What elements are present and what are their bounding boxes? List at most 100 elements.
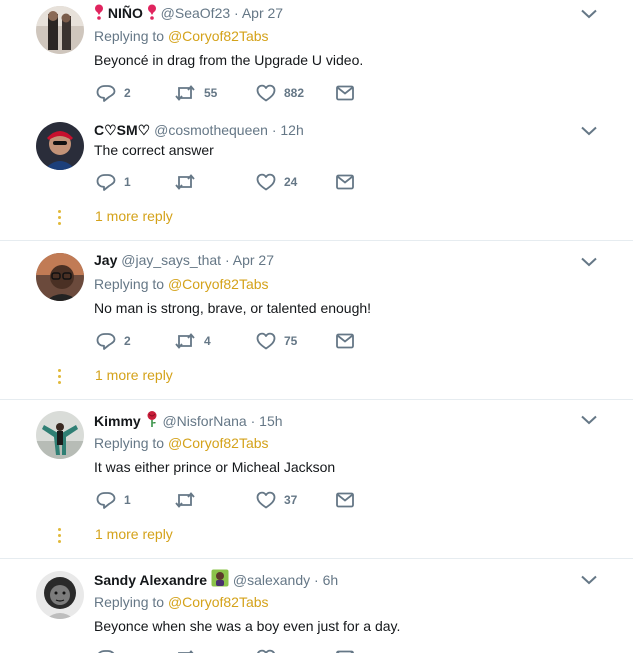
username[interactable]: @NisforNana: [162, 413, 246, 429]
tweet[interactable]: Jay @jay_says_that · Apr 27 Replying to …: [0, 241, 633, 399]
chevron-down-icon[interactable]: [580, 574, 598, 586]
reply-button[interactable]: 1: [96, 490, 131, 510]
retweet-icon: [174, 649, 196, 653]
tweet-actions: 2 4 75: [94, 331, 374, 351]
timestamp[interactable]: · 15h: [251, 413, 283, 429]
mention-link[interactable]: @Coryof82Tabs: [168, 28, 269, 44]
like-button[interactable]: 75: [256, 331, 297, 351]
mention-link[interactable]: @Coryof82Tabs: [168, 435, 269, 451]
replying-to-label: Replying to: [94, 28, 165, 44]
username[interactable]: @jay_says_that: [121, 252, 221, 268]
retweet-button[interactable]: [174, 648, 196, 653]
more-replies-link[interactable]: 1 more reply: [95, 367, 173, 383]
display-name[interactable]: NIÑO: [108, 5, 143, 21]
retweet-icon: [174, 84, 196, 102]
direct-message-icon: [335, 649, 355, 653]
display-name[interactable]: Jay: [94, 252, 117, 268]
retweet-icon: [174, 332, 196, 350]
retweet-button[interactable]: [174, 172, 204, 192]
tweet[interactable]: Sandy Alexandre @salexandy · 6h Replying…: [0, 559, 633, 653]
timestamp[interactable]: · 12h: [272, 122, 304, 138]
like-icon: [256, 649, 276, 653]
avatar[interactable]: [36, 122, 84, 170]
like-icon: [256, 84, 276, 102]
display-name[interactable]: Sandy Alexandre: [94, 572, 207, 588]
tweet-header: Sandy Alexandre @salexandy · 6h: [94, 569, 338, 589]
retweet-icon: [174, 491, 196, 509]
more-replies-link[interactable]: 1 more reply: [95, 526, 173, 542]
direct-message-button[interactable]: [335, 490, 355, 510]
like-icon: [256, 173, 276, 191]
like-button[interactable]: 882: [256, 83, 304, 103]
display-name[interactable]: C♡SM♡: [94, 122, 150, 138]
direct-message-button[interactable]: [335, 172, 355, 192]
reply-button[interactable]: 1: [96, 172, 131, 192]
tweet-actions: [94, 648, 374, 653]
avatar[interactable]: [36, 6, 84, 54]
tweet-actions: 1 24: [94, 172, 374, 192]
tweet[interactable]: Kimmy @NisforNana · 15h Replying to @Cor…: [0, 400, 633, 558]
like-count: 882: [284, 86, 305, 100]
tweet-actions: 2 55 882: [94, 83, 374, 103]
tweet-text: The correct answer: [94, 142, 214, 158]
like-icon: [256, 491, 276, 509]
reply-icon: [96, 649, 116, 653]
replying-to-label: Replying to: [94, 435, 165, 451]
reply-count: 2: [124, 86, 131, 100]
timestamp[interactable]: · 6h: [314, 572, 338, 588]
reply-button[interactable]: 2: [96, 331, 131, 351]
username[interactable]: @cosmothequeen: [154, 122, 268, 138]
tweet[interactable]: C♡SM♡ @cosmothequeen · 12h The correct a…: [0, 118, 633, 240]
chevron-down-icon[interactable]: [580, 125, 598, 137]
like-button[interactable]: 37: [256, 490, 297, 510]
chevron-down-icon[interactable]: [580, 8, 598, 20]
retweet-button[interactable]: [174, 490, 204, 510]
replying-to: Replying to @Coryof82Tabs: [94, 275, 269, 293]
display-name[interactable]: Kimmy: [94, 413, 141, 429]
direct-message-button[interactable]: [335, 83, 355, 103]
chevron-down-icon[interactable]: [580, 256, 598, 268]
tweet-text: Beyoncé in drag from the Upgrade U video…: [94, 52, 364, 68]
like-count: 24: [284, 175, 298, 189]
thread-connector: [58, 369, 62, 387]
mention-link[interactable]: @Coryof82Tabs: [168, 594, 269, 610]
replying-to: Replying to @Coryof82Tabs: [94, 593, 269, 611]
reply-count: 2: [124, 334, 131, 348]
timestamp[interactable]: · Apr 27: [225, 252, 274, 268]
like-count: 37: [284, 493, 298, 507]
direct-message-icon: [335, 332, 355, 350]
reply-icon: [96, 332, 116, 350]
avatar[interactable]: [36, 253, 84, 301]
like-count: 75: [284, 334, 298, 348]
replying-to-label: Replying to: [94, 276, 165, 292]
direct-message-icon: [335, 491, 355, 509]
retweet-button[interactable]: 4: [174, 331, 211, 351]
tweet-header: C♡SM♡ @cosmothequeen · 12h: [94, 121, 304, 139]
tweet-text: Beyonce when she was a boy even just for…: [94, 618, 401, 634]
retweet-count: 4: [204, 334, 211, 348]
more-replies-link[interactable]: 1 more reply: [95, 208, 173, 224]
rose-icon: [147, 411, 157, 427]
avatar[interactable]: [36, 571, 84, 619]
avatar[interactable]: [36, 411, 84, 459]
direct-message-button[interactable]: [335, 648, 355, 653]
reply-button[interactable]: 2: [96, 83, 131, 103]
tweet-header: Jay @jay_says_that · Apr 27: [94, 251, 274, 269]
direct-message-button[interactable]: [335, 331, 355, 351]
reply-button[interactable]: [96, 648, 116, 653]
username[interactable]: @salexandy: [233, 572, 310, 588]
retweet-button[interactable]: 55: [174, 83, 217, 103]
retweet-count: 55: [204, 86, 218, 100]
user-emoji-icon: [211, 569, 229, 587]
username[interactable]: @SeaOf23: [161, 5, 230, 21]
tweet[interactable]: NIÑO @SeaOf23 · Apr 27 Replying to @Cory…: [0, 0, 633, 118]
like-button[interactable]: [256, 648, 276, 653]
tweet-actions: 1 37: [94, 490, 374, 510]
replying-to: Replying to @Coryof82Tabs: [94, 27, 269, 45]
mention-link[interactable]: @Coryof82Tabs: [168, 276, 269, 292]
like-button[interactable]: 24: [256, 172, 297, 192]
heart-exclamation-icon: [147, 4, 156, 20]
tweet-text: No man is strong, brave, or talented eno…: [94, 300, 372, 316]
chevron-down-icon[interactable]: [580, 414, 598, 426]
timestamp[interactable]: · Apr 27: [234, 5, 283, 21]
